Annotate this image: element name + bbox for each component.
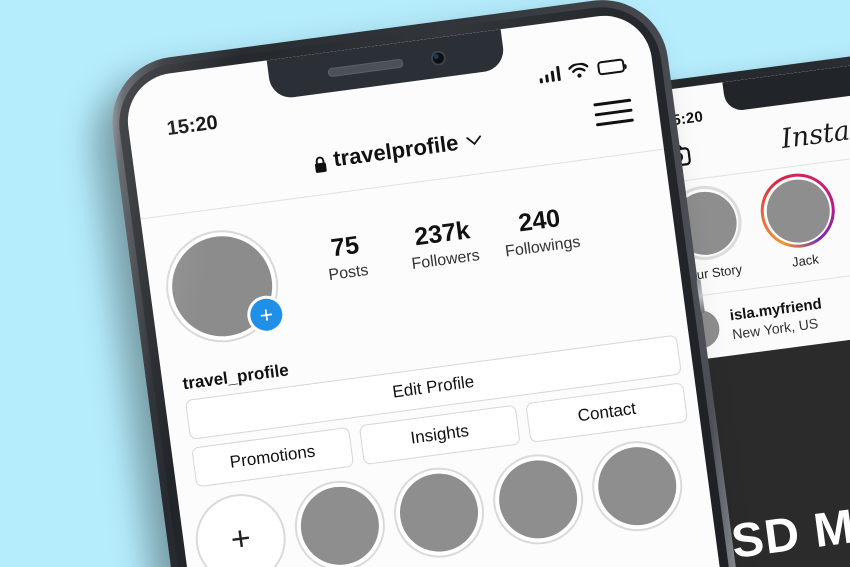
profile-stats: 75 Posts 237k Followers 240 Followings [295,201,593,288]
avatar[interactable]: + [161,225,285,347]
highlight-cover [593,442,682,530]
front-camera-icon [429,49,447,67]
mockup-scene: 15:20 Instagram Your Story Jack isla.myf… [0,0,850,567]
highlight-item[interactable] [588,437,686,535]
status-icons [538,57,626,84]
highlight-add[interactable]: + [192,490,290,567]
highlight-cover [494,455,582,544]
highlight-cover [395,468,483,557]
highlight-cover [296,482,384,567]
profile-title-text: travelprofile [331,129,460,172]
phone-front: 15:20 travelprofile + 75 Posts 237k Foll… [104,0,755,567]
cellular-signal-icon [538,65,561,84]
plus-icon: + [192,490,290,567]
profile-header: + 75 Posts 237k Followers 240 Followings [143,165,684,364]
story-avatar [762,175,834,246]
chevron-down-icon[interactable] [465,129,484,153]
earpiece-speaker-icon [326,58,404,77]
story-item[interactable]: Jack [756,169,844,273]
phone-front-screen: 15:20 travelprofile + 75 Posts 237k Foll… [121,9,737,567]
highlight-item[interactable] [291,477,389,567]
highlight-item[interactable] [390,464,488,561]
phone-front-body: 15:20 travelprofile + 75 Posts 237k Foll… [104,0,755,567]
status-time-front: 15:20 [165,111,220,141]
story-label: Jack [791,251,820,270]
lock-icon [312,152,327,173]
stat-followings[interactable]: 240 Followings [489,201,593,262]
wifi-icon [568,62,590,80]
battery-icon [596,57,626,76]
instagram-logo: Instagram [779,105,850,156]
stat-followers[interactable]: 237k Followers [392,214,496,275]
stat-posts[interactable]: 75 Posts [295,227,399,288]
story-ring [756,169,840,253]
highlight-item[interactable] [489,451,587,548]
